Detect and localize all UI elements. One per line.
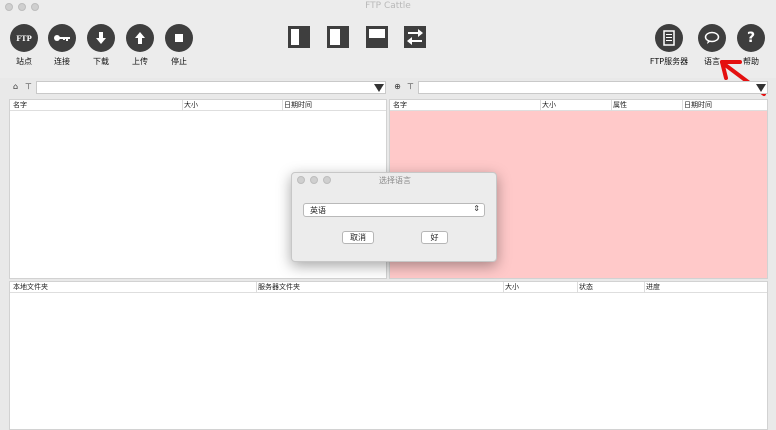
queue-header-row: 本地文件夹 服务器文件夹 大小 状态 进度 <box>10 282 767 293</box>
local-path-input[interactable] <box>36 81 386 94</box>
queue-col-local-folder[interactable]: 本地文件夹 <box>13 282 48 293</box>
transfer-queue-panel[interactable]: 本地文件夹 服务器文件夹 大小 状态 进度 <box>9 281 768 430</box>
server-icon <box>663 30 675 46</box>
queue-col-server-folder[interactable]: 服务器文件夹 <box>258 282 300 293</box>
globe-icon[interactable]: ⊕ <box>392 81 403 92</box>
panel-bottom-icon <box>366 26 388 48</box>
stop-icon <box>175 34 183 42</box>
ftp-server-button[interactable] <box>655 24 683 52</box>
arrow-down-icon <box>96 32 106 44</box>
panel-right-icon <box>327 26 349 48</box>
queue-col-size[interactable]: 大小 <box>505 282 519 293</box>
upload-button[interactable] <box>126 24 154 52</box>
cancel-button[interactable]: 取消 <box>342 231 374 244</box>
local-col-name[interactable]: 名字 <box>13 100 27 111</box>
local-col-datetime[interactable]: 日期时间 <box>284 100 312 111</box>
arrow-up-icon <box>135 32 145 44</box>
dialog-title: 选择语言 <box>379 176 411 185</box>
queue-col-progress[interactable]: 进度 <box>646 282 660 293</box>
connect-button[interactable] <box>48 24 76 52</box>
download-button[interactable] <box>87 24 115 52</box>
title-bar: FTP Cattle <box>0 0 776 14</box>
layout-bottom-panel-button[interactable] <box>366 26 388 48</box>
remote-path-input[interactable] <box>418 81 768 94</box>
language-button[interactable] <box>698 24 726 52</box>
ftp-icon: FTP <box>16 33 32 43</box>
key-icon <box>54 35 70 41</box>
swap-arrows-icon <box>404 26 426 48</box>
layout-right-panel-button[interactable] <box>327 26 349 48</box>
local-header-row: 名字 大小 日期时间 <box>10 100 386 111</box>
stop-label: 停止 <box>171 57 187 66</box>
remote-col-size[interactable]: 大小 <box>542 100 556 111</box>
window-title: FTP Cattle <box>365 1 411 11</box>
stop-button[interactable] <box>165 24 193 52</box>
question-mark-icon: ? <box>746 30 756 46</box>
remote-header-row: 名字 大小 属性 日期时间 <box>390 100 767 111</box>
remote-col-attributes[interactable]: 属性 <box>613 100 627 111</box>
sites-button[interactable]: FTP <box>10 24 38 52</box>
queue-col-status[interactable]: 状态 <box>579 282 593 293</box>
remote-folder-tree-icon[interactable]: ⊤ <box>405 81 416 92</box>
select-language-dialog: 选择语言 英语 ⇕ 取消 好 <box>291 172 497 262</box>
remote-col-datetime[interactable]: 日期时间 <box>684 100 712 111</box>
toolbar: FTP 站点 连接 下载 上传 停止 FTP服务器 语言 ? 帮助 <box>0 14 776 78</box>
language-select[interactable]: 英语 ⇕ <box>303 203 485 217</box>
language-select-value: 英语 <box>310 206 326 215</box>
local-col-size[interactable]: 大小 <box>184 100 198 111</box>
speech-bubble-icon <box>704 31 720 44</box>
layout-left-panel-button[interactable] <box>288 26 310 48</box>
panel-left-icon <box>288 26 310 48</box>
local-path-dropdown-icon[interactable] <box>374 84 384 92</box>
home-icon[interactable]: ⌂ <box>10 81 21 92</box>
chevron-updown-icon: ⇕ <box>473 204 480 213</box>
ok-button[interactable]: 好 <box>421 231 448 244</box>
sync-direction-button[interactable] <box>404 26 426 48</box>
remote-path-dropdown-icon[interactable] <box>756 84 766 92</box>
help-button[interactable]: ? <box>737 24 765 52</box>
remote-col-name[interactable]: 名字 <box>393 100 407 111</box>
folder-tree-icon[interactable]: ⊤ <box>23 81 34 92</box>
